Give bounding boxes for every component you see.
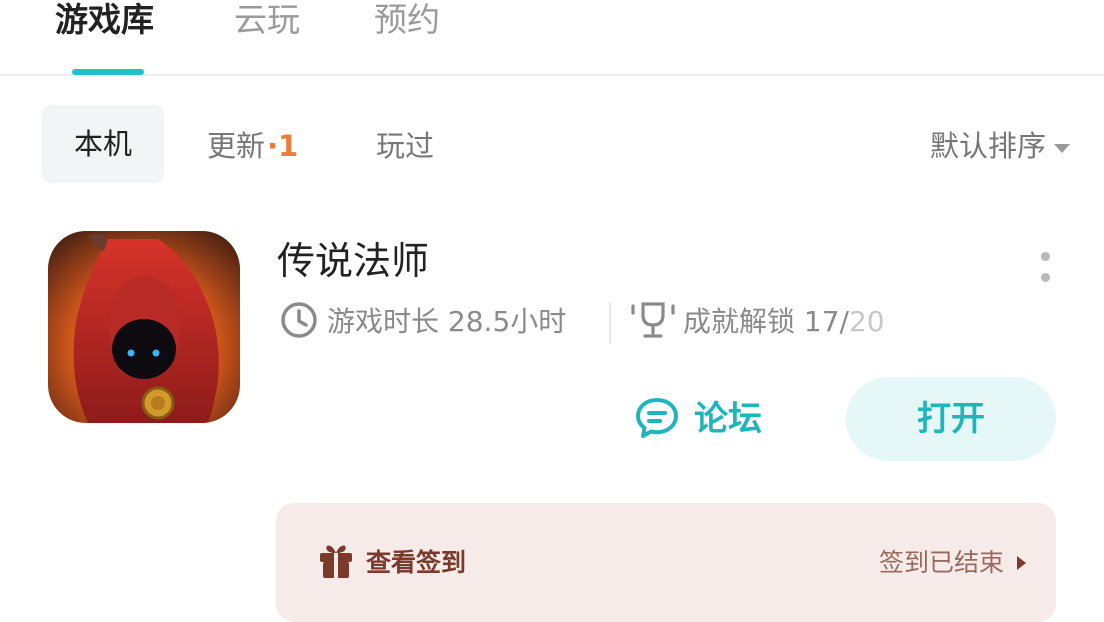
sort-label: 默认排序: [929, 129, 1046, 163]
signin-label: 查看签到: [366, 548, 467, 577]
sort-dropdown[interactable]: 默认排序: [930, 128, 1070, 164]
signin-status: 签到已结束: [878, 548, 1004, 577]
filter-local[interactable]: 本机: [42, 105, 164, 183]
forum-label: 论坛: [694, 399, 762, 439]
filter-updates[interactable]: 更新·1: [207, 128, 298, 164]
chat-bubble-icon: [636, 397, 678, 438]
achievement-total: 20: [848, 305, 885, 338]
game-library-page: 游戏库 云玩 预约 本机 更新·1 玩过 默认排序 传说法师 游戏时长 28.5…: [0, 0, 1104, 622]
top-tab-bar: 游戏库 云玩 预约: [0, 0, 1104, 76]
game-title[interactable]: 传说法师: [277, 238, 429, 284]
trophy-icon: [631, 302, 675, 338]
signin-banner[interactable]: 查看签到 签到已结束: [276, 503, 1056, 622]
playtime-value: 28.5小时: [447, 305, 567, 338]
achievement-unlocked: 17/: [803, 305, 849, 338]
gift-icon: [320, 545, 352, 578]
caret-down-icon: [1054, 143, 1070, 153]
open-game-button[interactable]: 打开: [846, 377, 1056, 461]
stat-divider: [609, 302, 611, 344]
more-vertical-icon[interactable]: [1026, 244, 1066, 290]
achievement-label: 成就解锁: [683, 305, 796, 338]
filter-updates-label: 更新: [207, 129, 266, 163]
clock-icon: [281, 302, 317, 338]
tab-reservations[interactable]: 预约: [374, 0, 440, 40]
game-icon-image[interactable]: [48, 231, 240, 423]
active-tab-indicator: [72, 69, 144, 75]
tab-cloud-play[interactable]: 云玩: [234, 0, 300, 40]
chevron-right-icon: [1017, 556, 1026, 570]
tab-game-library[interactable]: 游戏库: [55, 0, 154, 40]
update-count-badge: ·1: [267, 129, 299, 163]
playtime-label: 游戏时长: [327, 305, 440, 338]
achievement-stat[interactable]: 成就解锁 17/20: [631, 302, 885, 342]
forum-button[interactable]: 论坛: [634, 392, 762, 446]
filter-played[interactable]: 玩过: [376, 128, 434, 164]
playtime-stat: 游戏时长 28.5小时: [279, 302, 566, 343]
